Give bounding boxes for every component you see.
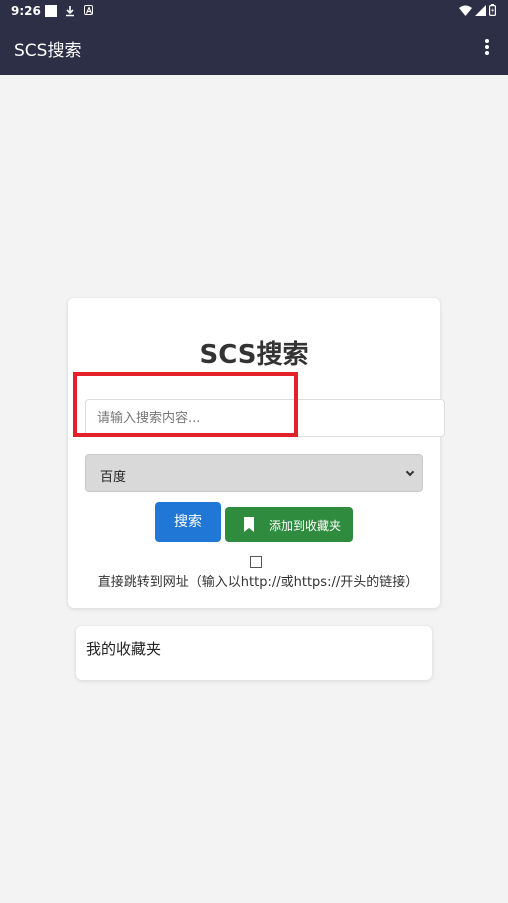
favorites-card: 我的收藏夹 [76, 626, 432, 680]
search-card: SCS搜索 百度 搜索 添加到收藏夹 直接跳转到网址（输入以http://或ht… [68, 298, 445, 608]
redirect-checkbox[interactable] [250, 556, 262, 568]
add-favorite-button[interactable]: 添加到收藏夹 [225, 507, 353, 542]
battery-icon [489, 4, 497, 19]
search-input[interactable] [85, 399, 445, 437]
app-title: SCS搜索 [14, 41, 82, 61]
status-time: 9:26 [11, 4, 41, 18]
favorites-title: 我的收藏夹 [86, 640, 162, 658]
chevron-down-icon [405, 467, 415, 477]
download-icon [64, 5, 76, 17]
search-button[interactable]: 搜索 [155, 502, 221, 542]
signal-icon [475, 4, 486, 19]
redirect-label: 直接跳转到网址（输入以http://或https://开头的链接） [97, 575, 419, 590]
app-bar: SCS搜索 [0, 22, 508, 75]
font-a-icon [84, 5, 93, 15]
search-engine-value: 百度 [100, 470, 127, 485]
wifi-icon [459, 5, 472, 19]
search-engine-select[interactable]: 百度 [85, 454, 423, 492]
status-bar: 9:26 [0, 0, 508, 22]
page-title: SCS搜索 [199, 340, 309, 370]
more-vert-icon[interactable] [484, 39, 490, 55]
redirect-option: 直接跳转到网址（输入以http://或https://开头的链接） [93, 554, 423, 592]
add-favorite-label: 添加到收藏夹 [269, 519, 342, 533]
bookmark-icon [243, 517, 255, 532]
notification-square-icon [45, 5, 57, 17]
